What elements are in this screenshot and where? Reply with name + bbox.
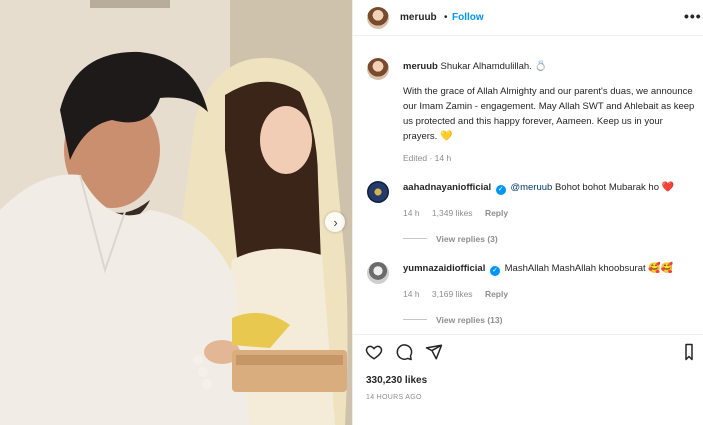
comment-text-line: yumnazaidiofficial ✓ MashAllah MashAllah… bbox=[403, 263, 673, 276]
comment-likes[interactable]: 3,169 likes bbox=[432, 289, 473, 299]
caption-first-line: meruub Shukar Alhamdulillah. 💍 bbox=[403, 61, 547, 72]
comment-username[interactable]: yumnazaidiofficial bbox=[403, 263, 485, 274]
view-replies-label: View replies (3) bbox=[436, 234, 498, 244]
comment-text-line: aahadnayaniofficial ✓ @meruub Bohot boho… bbox=[403, 182, 674, 195]
avatar[interactable] bbox=[367, 7, 389, 29]
follow-button[interactable]: Follow bbox=[452, 12, 484, 23]
next-photo-button[interactable]: › bbox=[325, 212, 345, 232]
comment-text: Bohot bohot Mubarak ho bbox=[554, 182, 659, 193]
post-photo: › bbox=[0, 0, 352, 425]
caption-avatar[interactable] bbox=[367, 58, 389, 80]
separator-dot: • bbox=[444, 12, 448, 23]
comment-likes[interactable]: 1,349 likes bbox=[432, 208, 473, 218]
comment-mention[interactable]: @meruub bbox=[510, 182, 552, 193]
comment-text: MashAllah MashAllah khoobsurat bbox=[504, 263, 646, 274]
like-heart-icon[interactable] bbox=[365, 343, 383, 361]
verified-badge-icon: ✓ bbox=[495, 185, 506, 195]
comment-avatar[interactable] bbox=[367, 262, 389, 284]
view-replies-button[interactable]: View replies (13) bbox=[403, 315, 502, 325]
post-like-count[interactable]: 330,230 likes bbox=[366, 375, 427, 386]
post-header: meruub • Follow ••• bbox=[353, 0, 703, 36]
post-timestamp: 14 HOURS AGO bbox=[366, 394, 422, 401]
post-actions: 330,230 likes 14 HOURS AGO bbox=[353, 334, 703, 425]
smiling-face-hearts-icon: 🥰🥰 bbox=[648, 263, 674, 274]
replies-divider bbox=[403, 319, 427, 320]
replies-divider bbox=[403, 238, 427, 239]
comment-meta: 14 h 1,349 likes Reply bbox=[403, 208, 508, 218]
caption-first-text: Shukar Alhamdulillah. bbox=[440, 61, 532, 72]
view-replies-button[interactable]: View replies (3) bbox=[403, 234, 498, 244]
caption-body: With the grace of Allah Almighty and our… bbox=[403, 84, 695, 144]
more-options-icon[interactable]: ••• bbox=[684, 8, 702, 24]
ring-icon: 💍 bbox=[534, 61, 547, 72]
caption-username[interactable]: meruub bbox=[403, 61, 438, 72]
save-bookmark-icon[interactable] bbox=[684, 343, 694, 361]
view-replies-label: View replies (13) bbox=[436, 315, 503, 325]
comment-bubble-icon[interactable] bbox=[395, 343, 413, 361]
caption-edited-time: Edited · 14 h bbox=[403, 153, 452, 163]
red-heart-icon: ❤️ bbox=[661, 182, 675, 193]
reply-button[interactable]: Reply bbox=[485, 208, 508, 218]
reply-button[interactable]: Reply bbox=[485, 289, 508, 299]
post-details-panel: meruub • Follow ••• meruub Shukar Alhamd… bbox=[352, 0, 703, 425]
engagement-photo-illustration bbox=[0, 0, 352, 425]
comment-meta: 14 h 3,169 likes Reply bbox=[403, 289, 508, 299]
verified-badge-icon: ✓ bbox=[490, 266, 500, 276]
comment-avatar[interactable] bbox=[367, 181, 389, 203]
chevron-right-icon: › bbox=[333, 214, 338, 230]
comment-time: 14 h bbox=[403, 208, 420, 218]
comment-time: 14 h bbox=[403, 289, 420, 299]
comment-username[interactable]: aahadnayaniofficial bbox=[403, 182, 491, 193]
post-author-username[interactable]: meruub bbox=[400, 12, 437, 23]
share-send-icon[interactable] bbox=[425, 343, 443, 361]
yellow-heart-icon: 💛 bbox=[439, 131, 453, 142]
